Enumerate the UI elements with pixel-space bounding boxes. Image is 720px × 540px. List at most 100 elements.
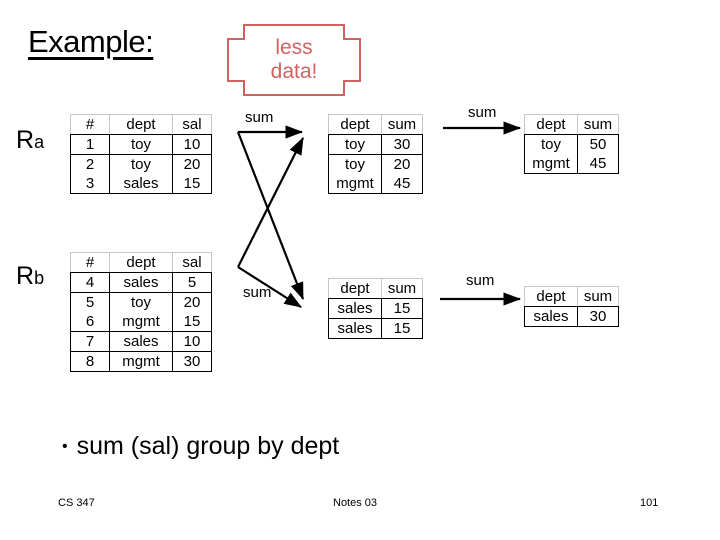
table-header-row: dept sum <box>524 114 619 135</box>
table-cell: mgmt <box>109 312 173 332</box>
table-rb: # dept sal 4 sales 5 5 toy 20 6 mgmt 15 … <box>70 252 212 372</box>
table-cell: mgmt <box>328 174 382 194</box>
table-row: toy 30 <box>328 134 423 155</box>
column-header: # <box>70 114 110 135</box>
table-row: sales 30 <box>524 306 619 327</box>
callout-text: less data! <box>226 23 362 97</box>
table-row: mgmt 45 <box>524 154 619 174</box>
table-cell: 15 <box>381 318 423 339</box>
table-cell: 7 <box>70 331 110 352</box>
table-row: 6 mgmt 15 <box>70 312 212 332</box>
column-header: dept <box>109 114 173 135</box>
table-row: 1 toy 10 <box>70 134 212 155</box>
table-row: 7 sales 10 <box>70 331 212 352</box>
table-cell: 20 <box>172 154 212 174</box>
arrow-label-sum-ra-result: sum <box>468 104 497 121</box>
table-cell: 20 <box>172 292 212 312</box>
table-cell: mgmt <box>109 351 173 372</box>
footer-notes: Notes 03 <box>333 497 378 509</box>
table-cell: 30 <box>172 351 212 372</box>
table-header-row: dept sum <box>328 114 423 135</box>
bullet-text: sum (sal) group by dept <box>76 432 340 460</box>
table-row: toy 50 <box>524 134 619 154</box>
table-header-row: # dept sal <box>70 252 212 273</box>
arrow-label-sum-rb-result: sum <box>466 272 495 289</box>
callout-line-2: data! <box>270 60 318 83</box>
table-header-row: dept sum <box>328 278 423 299</box>
table-cell: sales <box>328 318 382 339</box>
table-cell: 15 <box>172 312 212 332</box>
table-cell: 4 <box>70 272 110 293</box>
table-cell: 45 <box>381 174 423 194</box>
table-row: 2 toy 20 <box>70 154 212 174</box>
column-header: sal <box>172 252 212 273</box>
table-cell: toy <box>109 134 173 155</box>
page-title: Example: <box>28 24 154 59</box>
footer-course: CS 347 <box>58 497 95 509</box>
table-cell: 3 <box>70 174 110 194</box>
table-cell: 45 <box>577 154 619 174</box>
column-header: sum <box>577 114 619 135</box>
column-header: dept <box>328 278 382 299</box>
table-cell: sales <box>109 174 173 194</box>
table-cell: sales <box>524 306 578 327</box>
column-header: sum <box>381 278 423 299</box>
table-ra-result: dept sum toy 50 mgmt 45 <box>524 114 619 174</box>
bullet-marker-icon: • <box>62 438 68 455</box>
table-cell: toy <box>328 154 382 174</box>
arrow-label-sum-top: sum <box>245 109 274 126</box>
table-cell: 15 <box>381 298 423 319</box>
less-data-callout: less data! <box>226 23 362 97</box>
column-header: dept <box>109 252 173 273</box>
table-cell: 6 <box>70 312 110 332</box>
arrow-label-sum-bottom: sum <box>243 284 272 301</box>
table-cell: mgmt <box>524 154 578 174</box>
table-row: sales 15 <box>328 318 423 339</box>
table-cell: toy <box>109 154 173 174</box>
table-cell: toy <box>109 292 173 312</box>
relation-label-ra-subscript: a <box>34 132 45 152</box>
table-cell: sales <box>109 272 173 293</box>
table-row: 5 toy 20 <box>70 292 212 312</box>
table-cell: 5 <box>70 292 110 312</box>
table-row: toy 20 <box>328 154 423 174</box>
column-header: dept <box>524 114 578 135</box>
arrow-ra-to-rb-grouped <box>236 131 305 301</box>
table-cell: 10 <box>172 331 212 352</box>
footer-page-number: 101 <box>640 497 659 509</box>
table-cell: 30 <box>577 306 619 327</box>
table-cell: 20 <box>381 154 423 174</box>
table-cell: 10 <box>172 134 212 155</box>
table-cell: sales <box>109 331 173 352</box>
table-row: 8 mgmt 30 <box>70 351 212 372</box>
table-cell: 2 <box>70 154 110 174</box>
column-header: # <box>70 252 110 273</box>
table-cell: 30 <box>381 134 423 155</box>
column-header: dept <box>328 114 382 135</box>
bullet-point: • sum (sal) group by dept <box>62 434 339 459</box>
table-rb-result: dept sum sales 30 <box>524 286 619 327</box>
table-header-row: dept sum <box>524 286 619 307</box>
table-cell: toy <box>328 134 382 155</box>
callout-line-1: less <box>275 36 313 60</box>
table-ra: # dept sal 1 toy 10 2 toy 20 3 sales 15 <box>70 114 212 194</box>
column-header: dept <box>524 286 578 307</box>
table-row: sales 15 <box>328 298 423 319</box>
table-cell: 8 <box>70 351 110 372</box>
relation-label-ra: Ra <box>16 128 44 153</box>
column-header: sum <box>381 114 423 135</box>
table-row: mgmt 45 <box>328 174 423 194</box>
table-cell: 15 <box>172 174 212 194</box>
table-rb-grouped: dept sum sales 15 sales 15 <box>328 278 423 339</box>
relation-label-rb-subscript: b <box>34 268 45 288</box>
relation-label-rb: Rb <box>16 264 44 289</box>
table-cell: 1 <box>70 134 110 155</box>
table-row: 3 sales 15 <box>70 174 212 194</box>
relation-label-ra-base: R <box>16 126 35 154</box>
table-cell: 50 <box>577 134 619 154</box>
column-header: sal <box>172 114 212 135</box>
arrow-rb-to-ra-grouped <box>237 137 304 268</box>
relation-label-rb-base: R <box>16 262 35 290</box>
table-rb-grouped-clip: dept sum sales 15 sales 15 <box>326 276 426 344</box>
table-row: 4 sales 5 <box>70 272 212 293</box>
